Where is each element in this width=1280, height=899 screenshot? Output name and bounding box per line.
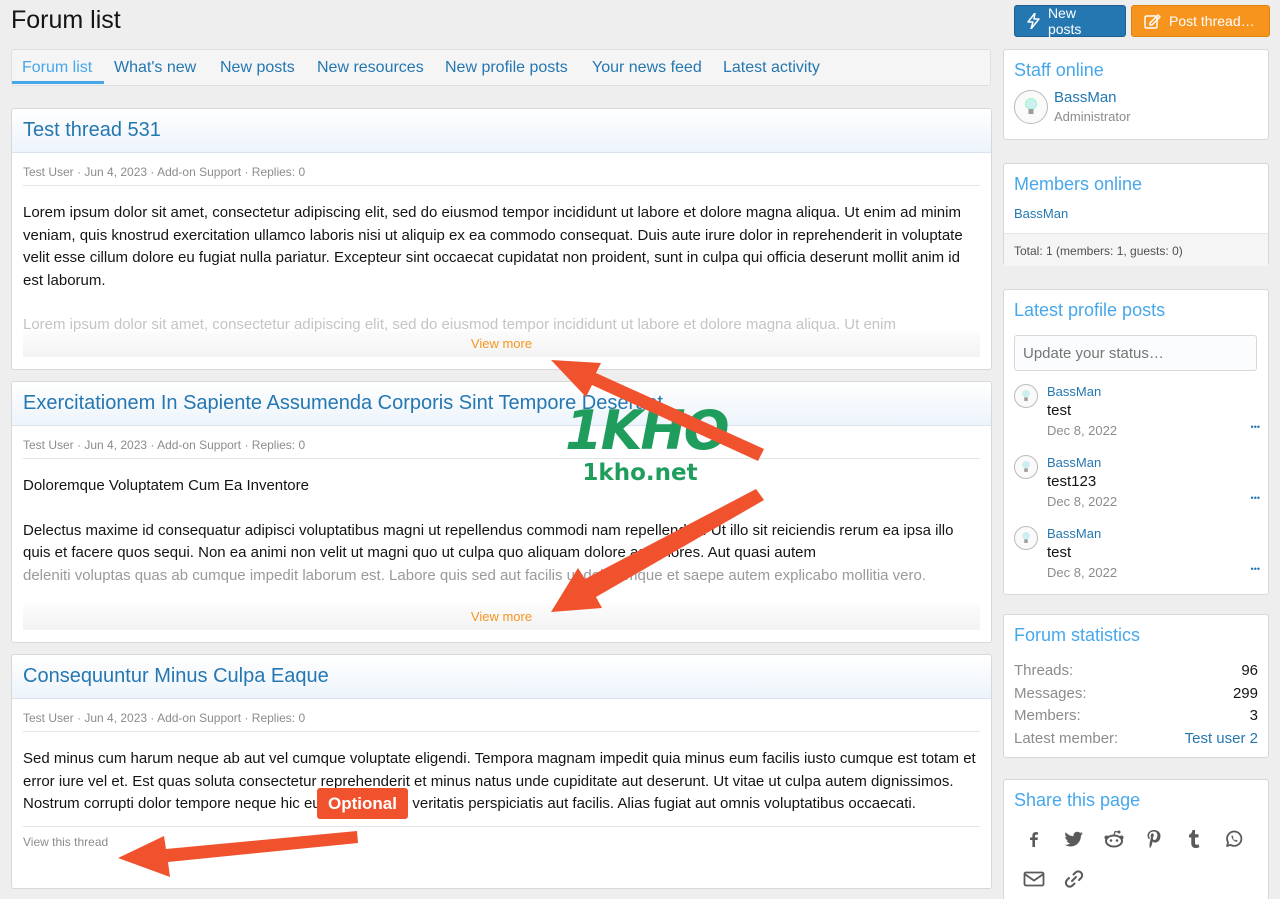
- more-options-icon[interactable]: •••: [1251, 422, 1260, 432]
- edit-icon: [1144, 14, 1161, 29]
- avatar[interactable]: [1014, 89, 1048, 124]
- latest-profile-posts-block: Latest profile posts BassMan test Dec 8,…: [1003, 289, 1269, 595]
- stat-value: 96: [1241, 662, 1258, 679]
- watermark-url: 1kho.net: [582, 460, 698, 486]
- active-tab-indicator: [12, 81, 104, 84]
- profile-post-date[interactable]: Dec 8, 2022: [1047, 565, 1117, 580]
- stat-label: Messages:: [1014, 684, 1087, 702]
- profile-post-date[interactable]: Dec 8, 2022: [1047, 494, 1117, 509]
- thread-body-faded: deleniti voluptas quas ab cumque impedit…: [23, 566, 927, 584]
- watermark-logo: 1KHO: [565, 399, 730, 462]
- reddit-icon[interactable]: [1094, 819, 1134, 859]
- more-options-icon[interactable]: •••: [1251, 564, 1260, 574]
- forum-statistics-block: Forum statistics Threads: 96 Messages: 2…: [1003, 614, 1269, 758]
- stat-row: Messages: 299: [1014, 683, 1258, 706]
- tab-new-resources[interactable]: New resources: [317, 59, 424, 77]
- stat-label: Latest member:: [1014, 729, 1119, 747]
- members-total: Total: 1 (members: 1, guests: 0): [1004, 233, 1268, 266]
- profile-post-text: test123: [1047, 473, 1097, 490]
- profile-post-date[interactable]: Dec 8, 2022: [1047, 423, 1117, 438]
- profile-post-author[interactable]: BassMan: [1047, 384, 1117, 399]
- avatar[interactable]: [1014, 455, 1038, 479]
- thread-card: Consequuntur Minus Culpa Eaque Test User…: [11, 654, 992, 889]
- tab-new-posts[interactable]: New posts: [220, 59, 295, 77]
- avatar[interactable]: [1014, 526, 1038, 550]
- view-more-bar: View more: [23, 331, 980, 357]
- tab-bar: Forum list What's new New posts New reso…: [11, 49, 991, 86]
- tab-forum-list[interactable]: Forum list: [22, 59, 92, 77]
- post-thread-button[interactable]: Post thread…: [1131, 5, 1270, 37]
- facebook-icon[interactable]: [1014, 819, 1054, 859]
- thread-body: Lorem ipsum dolor sit amet, consectetur …: [23, 204, 963, 289]
- staff-online-title: Staff online: [1014, 60, 1104, 80]
- thread-card: Test thread 531 Test User · Jun 4, 2023 …: [11, 108, 992, 370]
- stat-row: Members: 3: [1014, 705, 1258, 728]
- thread-body: Sed minus cum harum neque ab aut vel cum…: [23, 748, 980, 827]
- thread-title[interactable]: Exercitationem In Sapiente Assumenda Cor…: [23, 392, 980, 415]
- view-more-link[interactable]: View more: [471, 609, 532, 624]
- thread-title[interactable]: Consequuntur Minus Culpa Eaque: [23, 665, 980, 688]
- thread-card: Exercitationem In Sapiente Assumenda Cor…: [11, 381, 992, 643]
- thread-subtitle: Doloremque Voluptatem Cum Ea Inventore: [23, 477, 309, 494]
- thread-title[interactable]: Test thread 531: [23, 119, 980, 142]
- staff-role: Administrator: [1054, 109, 1131, 124]
- link-icon[interactable]: [1054, 859, 1094, 899]
- staff-name[interactable]: BassMan: [1054, 89, 1131, 106]
- member-link[interactable]: BassMan: [1014, 206, 1258, 221]
- staff-online-block: Staff online BassMan Administrator: [1003, 49, 1269, 140]
- email-icon[interactable]: [1014, 859, 1054, 899]
- view-more-link[interactable]: View more: [471, 336, 532, 351]
- thread-body: Delectus maxime id consequatur adipisci …: [23, 521, 954, 562]
- status-input[interactable]: [1014, 335, 1257, 371]
- profile-post-text: test: [1047, 402, 1072, 419]
- more-options-icon[interactable]: •••: [1251, 493, 1260, 503]
- profile-post-author[interactable]: BassMan: [1047, 526, 1117, 541]
- lightbulb-icon: [1025, 97, 1037, 114]
- tab-latest-activity[interactable]: Latest activity: [723, 59, 820, 77]
- new-posts-label: New posts: [1047, 5, 1082, 37]
- members-online-block: Members online BassMan Total: 1 (members…: [1003, 163, 1269, 266]
- watermark: 1KHO 1kho.net: [565, 399, 730, 487]
- new-posts-button[interactable]: New posts: [1014, 5, 1126, 37]
- members-online-title: Members online: [1014, 174, 1143, 194]
- view-more-bar: View more: [23, 604, 980, 630]
- share-page-block: Share this page: [1003, 779, 1269, 899]
- stat-row: Latest member: Test user 2: [1014, 728, 1258, 751]
- stat-label: Threads:: [1014, 662, 1074, 679]
- profile-post-author[interactable]: BassMan: [1047, 455, 1117, 470]
- profile-post-text: test: [1047, 544, 1072, 561]
- lightbulb-icon: [1022, 390, 1030, 401]
- thread-meta: Test User · Jun 4, 2023 · Add-on Support…: [23, 165, 980, 186]
- view-thread-link[interactable]: View this thread: [23, 835, 108, 849]
- thread-meta: Test User · Jun 4, 2023 · Add-on Support…: [23, 438, 980, 459]
- avatar[interactable]: [1014, 384, 1038, 408]
- optional-label: Optional: [317, 788, 408, 819]
- tab-your-news-feed[interactable]: Your news feed: [592, 59, 702, 77]
- page-title: Forum list: [11, 6, 121, 34]
- lightbulb-icon: [1022, 461, 1030, 472]
- lightbulb-icon: [1022, 532, 1030, 543]
- post-thread-label: Post thread…: [1169, 13, 1255, 29]
- tumblr-icon[interactable]: [1174, 819, 1214, 859]
- stat-label: Members:: [1014, 707, 1081, 724]
- stat-value: 3: [1249, 707, 1258, 724]
- whatsapp-icon[interactable]: [1214, 819, 1254, 859]
- latest-member-link[interactable]: Test user 2: [1185, 728, 1258, 751]
- share-page-title: Share this page: [1014, 790, 1141, 810]
- thread-meta: Test User · Jun 4, 2023 · Add-on Support…: [23, 711, 980, 732]
- tab-new-profile-posts[interactable]: New profile posts: [445, 59, 568, 77]
- twitter-icon[interactable]: [1054, 819, 1094, 859]
- latest-profile-posts-title: Latest profile posts: [1014, 300, 1166, 320]
- stat-value: 299: [1232, 684, 1258, 702]
- stat-row: Threads: 96: [1014, 660, 1258, 683]
- tab-whats-new[interactable]: What's new: [114, 59, 196, 77]
- forum-statistics-title: Forum statistics: [1014, 625, 1141, 645]
- pinterest-icon[interactable]: [1134, 819, 1174, 859]
- bolt-icon: [1027, 13, 1040, 29]
